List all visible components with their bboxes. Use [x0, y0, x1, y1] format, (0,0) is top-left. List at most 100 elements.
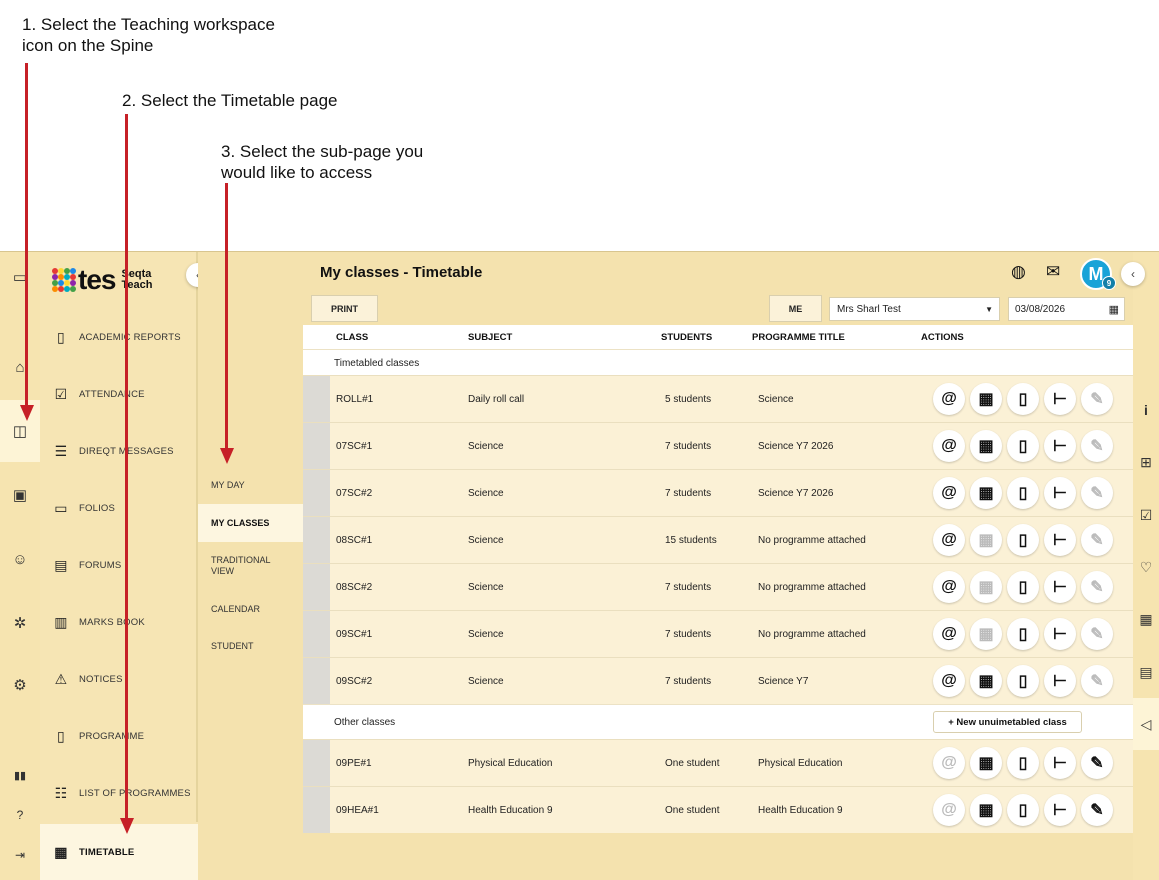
marks-icon[interactable]: ▦	[970, 794, 1002, 826]
cell-students[interactable]: 15 students	[665, 535, 717, 546]
edit-icon[interactable]: ✎	[1081, 794, 1113, 826]
new-untimetabled-class-button[interactable]: + New unuimetabled class	[933, 711, 1082, 733]
timetable-split-icon[interactable]: ⊢	[1044, 665, 1076, 697]
email-icon[interactable]: @	[933, 430, 965, 462]
subnav-item-calendar[interactable]: CALENDAR	[198, 604, 303, 615]
lesson-book-icon[interactable]: ▯	[1007, 618, 1039, 650]
spine-people-icon[interactable]: ☺	[0, 544, 40, 574]
cell-class[interactable]: 09SC#1	[336, 629, 372, 640]
nav-item-attendance[interactable]: ☑ ATTENDANCE	[52, 379, 192, 409]
timetable-split-icon[interactable]: ⊢	[1044, 430, 1076, 462]
edit-icon[interactable]: ✎	[1081, 524, 1113, 556]
lesson-book-icon[interactable]: ▯	[1007, 383, 1039, 415]
cell-class[interactable]: 09HEA#1	[336, 805, 379, 816]
info-icon[interactable]: i	[1133, 398, 1159, 422]
table-row[interactable]: 09PE#1 Physical Education One student Physi…	[303, 739, 1133, 786]
nav-item-marks-book[interactable]: ▥ MARKS BOOK	[52, 607, 192, 637]
marks-icon[interactable]: ▦	[970, 430, 1002, 462]
subnav-item-my-classes[interactable]: MY CLASSES	[198, 504, 303, 542]
marks-icon[interactable]: ▦	[970, 665, 1002, 697]
email-icon[interactable]: @	[933, 665, 965, 697]
timetable-split-icon[interactable]: ⊢	[1044, 477, 1076, 509]
timetable-split-icon[interactable]: ⊢	[1044, 571, 1076, 603]
edit-icon[interactable]: ✎	[1081, 477, 1113, 509]
calendar-icon[interactable]: ▦	[1133, 607, 1159, 631]
spine-network-icon[interactable]: ✲	[0, 608, 40, 638]
table-row[interactable]: 09HEA#1 Health Education 9 One student Heal…	[303, 786, 1133, 833]
globe-icon[interactable]: ◍	[1011, 262, 1026, 282]
mail-icon[interactable]: ✉	[1046, 262, 1060, 282]
cell-students[interactable]: One student	[665, 758, 719, 769]
spine-analytics-icon[interactable]: ▮▮	[0, 760, 40, 790]
table-row[interactable]: 07SC#1 Science 7 students Science Y7 2026 @ ▦…	[303, 422, 1133, 469]
cell-students[interactable]: One student	[665, 805, 719, 816]
id-card-icon[interactable]: ▤	[1133, 660, 1159, 684]
date-field[interactable]: 03/08/2026 ▦	[1008, 297, 1125, 321]
lesson-book-icon[interactable]: ▯	[1007, 665, 1039, 697]
subnav-item-traditional-view[interactable]: TRADITIONAL VIEW	[198, 555, 278, 577]
staff-select[interactable]: Mrs Sharl Test ▼	[829, 297, 1000, 321]
care-icon[interactable]: ♡	[1133, 555, 1159, 579]
calendar-check-icon[interactable]: ☑	[1133, 503, 1159, 527]
spine-home-icon[interactable]: ▭	[0, 262, 40, 292]
edit-icon[interactable]: ✎	[1081, 618, 1113, 650]
marks-icon[interactable]: ▦	[970, 747, 1002, 779]
cell-students[interactable]: 7 students	[665, 441, 711, 452]
subnav-item-student[interactable]: STUDENT	[198, 641, 303, 652]
edit-icon[interactable]: ✎	[1081, 747, 1113, 779]
timetable-split-icon[interactable]: ⊢	[1044, 794, 1076, 826]
calendar-picker-icon[interactable]: ▦	[1109, 303, 1119, 316]
timetable-split-icon[interactable]: ⊢	[1044, 618, 1076, 650]
spine-portal-icon[interactable]: ▣	[0, 480, 40, 510]
lesson-book-icon[interactable]: ▯	[1007, 524, 1039, 556]
megaphone-icon[interactable]: ◁	[1133, 698, 1159, 750]
lesson-book-icon[interactable]: ▯	[1007, 794, 1039, 826]
cell-class[interactable]: ROLL#1	[336, 394, 373, 405]
cell-class[interactable]: 07SC#1	[336, 441, 372, 452]
cell-class[interactable]: 08SC#1	[336, 535, 372, 546]
marks-icon[interactable]: ▦	[970, 524, 1002, 556]
email-icon[interactable]: @	[933, 747, 965, 779]
email-icon[interactable]: @	[933, 618, 965, 650]
lesson-book-icon[interactable]: ▯	[1007, 747, 1039, 779]
first-aid-icon[interactable]: ⊞	[1133, 450, 1159, 474]
spine-admin-icon[interactable]: ⚙	[0, 670, 40, 700]
nav-item-timetable[interactable]: ▦ TIMETABLE	[40, 824, 198, 880]
nav-item-direqt-messages[interactable]: ☰ DIREQT MESSAGES	[52, 436, 192, 466]
nav-item-academic-reports[interactable]: ▯ ACADEMIC REPORTS	[52, 322, 192, 352]
table-row[interactable]: 08SC#1 Science 15 students No programme att…	[303, 516, 1133, 563]
lesson-book-icon[interactable]: ▯	[1007, 571, 1039, 603]
marks-icon[interactable]: ▦	[970, 618, 1002, 650]
collapse-right-panel-button[interactable]: ‹	[1121, 262, 1145, 286]
edit-icon[interactable]: ✎	[1081, 383, 1113, 415]
marks-icon[interactable]: ▦	[970, 477, 1002, 509]
print-button[interactable]: PRINT	[311, 295, 378, 322]
cell-class[interactable]: 09SC#2	[336, 676, 372, 687]
edit-icon[interactable]: ✎	[1081, 665, 1113, 697]
email-icon[interactable]: @	[933, 383, 965, 415]
cell-students[interactable]: 7 students	[665, 676, 711, 687]
table-row[interactable]: 08SC#2 Science 7 students No programme atta…	[303, 563, 1133, 610]
timetable-split-icon[interactable]: ⊢	[1044, 524, 1076, 556]
edit-icon[interactable]: ✎	[1081, 571, 1113, 603]
lesson-book-icon[interactable]: ▯	[1007, 430, 1039, 462]
table-row[interactable]: 07SC#2 Science 7 students Science Y7 2026 @ ▦…	[303, 469, 1133, 516]
cell-class[interactable]: 08SC#2	[336, 582, 372, 593]
cell-students[interactable]: 5 students	[665, 394, 711, 405]
spine-logout-icon[interactable]: ⇥	[0, 840, 40, 870]
table-row[interactable]: 09SC#2 Science 7 students Science Y7 @ ▦ ▯ ⊢ ✎	[303, 657, 1133, 704]
cell-students[interactable]: 7 students	[665, 488, 711, 499]
email-icon[interactable]: @	[933, 524, 965, 556]
me-button[interactable]: ME	[769, 295, 822, 322]
spine-help-icon[interactable]: ?	[0, 800, 40, 830]
cell-students[interactable]: 7 students	[665, 582, 711, 593]
cell-class[interactable]: 07SC#2	[336, 488, 372, 499]
spine-house-icon[interactable]: ⌂	[0, 352, 40, 382]
lesson-book-icon[interactable]: ▯	[1007, 477, 1039, 509]
email-icon[interactable]: @	[933, 794, 965, 826]
nav-item-notices[interactable]: ⚠ NOTICES	[52, 664, 192, 694]
cell-students[interactable]: 7 students	[665, 629, 711, 640]
nav-item-forums[interactable]: ▤ FORUMS	[52, 550, 192, 580]
email-icon[interactable]: @	[933, 571, 965, 603]
nav-item-folios[interactable]: ▭ FOLIOS	[52, 493, 192, 523]
